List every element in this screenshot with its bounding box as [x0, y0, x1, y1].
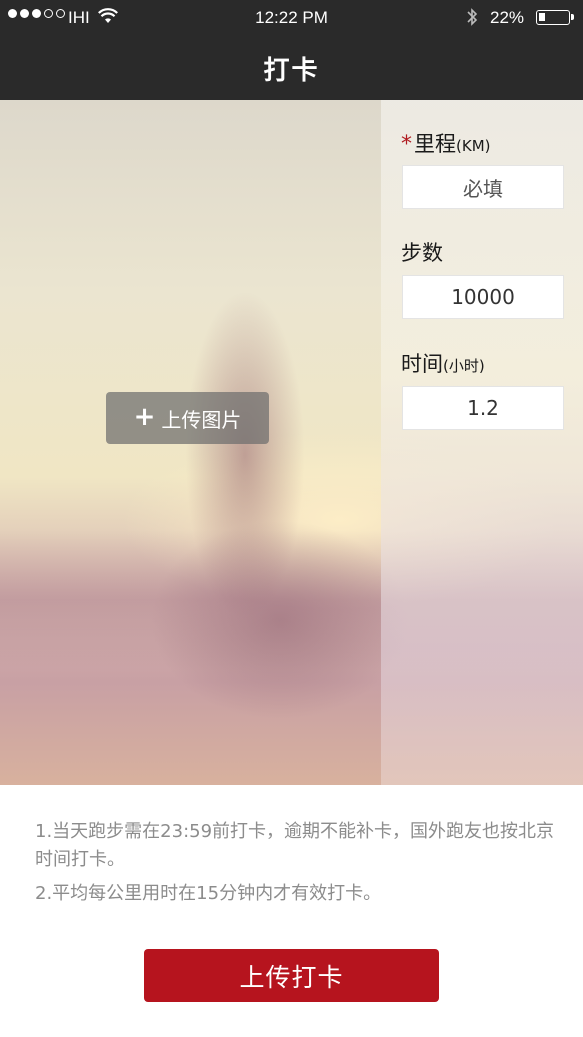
- bluetooth-icon: [466, 7, 478, 32]
- note-item: 2.平均每公里用时在15分钟内才有效打卡。: [35, 883, 382, 904]
- battery-percent: 22%: [490, 8, 525, 27]
- steps-label: 步数: [401, 241, 443, 265]
- top-bar: IHI 12:22 PM 22% 打卡: [0, 0, 583, 100]
- note-item: 1.当天跑步需在23:59前打卡，逾期不能补卡，国外跑友也按北京时间打卡。: [35, 821, 555, 870]
- page-title: 打卡: [263, 56, 320, 86]
- required-mark: *: [401, 132, 412, 157]
- battery-icon: [536, 10, 574, 25]
- notes: 1.当天跑步需在23:59前打卡，逾期不能补卡，国外跑友也按北京时间打卡。 2.…: [35, 818, 555, 914]
- form-panel: * 里程 (KM) 必填 步数 10000 时间 (小时) 1.2: [381, 100, 583, 785]
- duration-input[interactable]: 1.2: [402, 386, 564, 430]
- distance-label: * 里程 (KM): [401, 132, 491, 157]
- plus-icon: +: [133, 402, 156, 432]
- status-bar: IHI 12:22 PM 22%: [0, 0, 583, 36]
- photo-area[interactable]: + 上传图片 * 里程 (KM) 必填 步数 10000 时间 (小时) 1.2: [0, 100, 583, 785]
- upload-image-button[interactable]: + 上传图片: [106, 392, 269, 444]
- submit-checkin-button[interactable]: 上传打卡: [144, 949, 439, 1002]
- upload-image-label: 上传图片: [161, 407, 242, 432]
- distance-input[interactable]: 必填: [402, 165, 564, 209]
- steps-input[interactable]: 10000: [402, 275, 564, 319]
- duration-label: 时间 (小时): [401, 352, 485, 376]
